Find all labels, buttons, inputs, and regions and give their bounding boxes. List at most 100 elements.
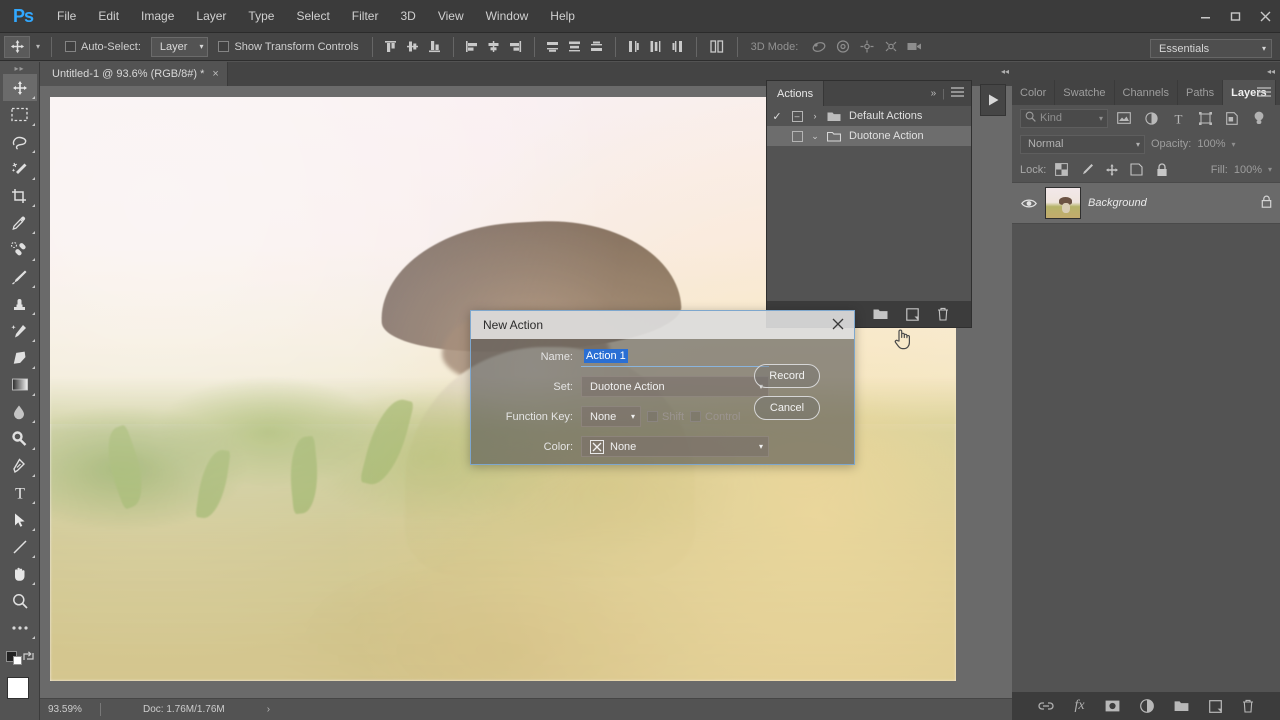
3d-orbit-icon[interactable]	[808, 36, 830, 58]
color-dropdown[interactable]: None ▾	[581, 436, 769, 457]
3d-slide-icon[interactable]	[880, 36, 902, 58]
link-layers-icon[interactable]	[1038, 701, 1055, 711]
fill-value[interactable]: 100%	[1234, 164, 1262, 176]
layer-style-fx-icon[interactable]: fx	[1074, 698, 1084, 714]
menu-image[interactable]: Image	[130, 4, 185, 28]
actions-list[interactable]: ✓ – › Default Actions ⌄ Duotone Action	[767, 106, 971, 303]
filter-type-icon[interactable]: T	[1167, 109, 1189, 128]
align-left-edges-icon[interactable]	[461, 36, 483, 58]
set-dropdown[interactable]: Duotone Action ▾	[581, 376, 769, 397]
zoom-tool[interactable]	[3, 587, 37, 614]
distribute-left-edges-icon[interactable]	[623, 36, 645, 58]
menu-window[interactable]: Window	[475, 4, 540, 28]
maximize-icon[interactable]	[1220, 0, 1250, 33]
3d-pan-icon[interactable]	[856, 36, 878, 58]
gradient-tool[interactable]	[3, 371, 37, 398]
blend-mode-dropdown[interactable]: Normal ▾	[1020, 134, 1145, 154]
lock-transparent-pixels-icon[interactable]	[1052, 160, 1071, 179]
tab-paths[interactable]: Paths	[1178, 80, 1224, 105]
new-set-icon[interactable]	[873, 308, 888, 320]
move-tool[interactable]	[2, 74, 37, 101]
layer-scope-dropdown[interactable]: Layer ▾	[150, 36, 209, 57]
3d-roll-icon[interactable]	[832, 36, 854, 58]
foreground-color-swatch[interactable]	[7, 677, 29, 699]
dock-collapse-icon[interactable]: ◂◂	[998, 62, 1012, 80]
filter-toggle-icon[interactable]	[1248, 109, 1270, 128]
layer-thumbnail[interactable]	[1045, 187, 1081, 219]
distribute-right-edges-icon[interactable]	[667, 36, 689, 58]
adjustment-layer-icon[interactable]	[1139, 699, 1154, 713]
delete-icon[interactable]	[937, 307, 949, 321]
chevron-down-icon[interactable]: ▾	[1268, 165, 1272, 174]
menu-help[interactable]: Help	[539, 4, 586, 28]
lock-position-icon[interactable]	[1102, 160, 1121, 179]
filter-smart-object-icon[interactable]	[1221, 109, 1243, 128]
new-group-icon[interactable]	[1174, 700, 1189, 712]
layer-row-background[interactable]: Background	[1012, 182, 1280, 224]
brush-tool[interactable]	[3, 263, 37, 290]
play-icon[interactable]	[980, 84, 1006, 116]
lock-artboard-icon[interactable]	[1127, 160, 1146, 179]
panel-menu-icon[interactable]	[951, 86, 964, 101]
control-checkbox[interactable]: Control	[690, 411, 740, 423]
move-tool-icon[interactable]	[4, 35, 30, 58]
menu-filter[interactable]: Filter	[341, 4, 390, 28]
menu-layer[interactable]: Layer	[185, 4, 237, 28]
rectangular-marquee-tool[interactable]	[3, 101, 37, 128]
function-key-dropdown[interactable]: None ▾	[581, 406, 641, 427]
new-action-dialog[interactable]: New Action Name: Action 1 Set: Duotone A…	[470, 310, 855, 465]
filter-shape-icon[interactable]	[1194, 109, 1216, 128]
actions-row-duotone-action[interactable]: ⌄ Duotone Action	[767, 126, 971, 146]
auto-select-checkbox[interactable]: Auto-Select:	[65, 41, 141, 53]
align-vertical-centers-icon[interactable]	[402, 36, 424, 58]
line-tool[interactable]	[3, 533, 37, 560]
zoom-level[interactable]: 93.59%	[40, 704, 100, 715]
action-dialog-toggle-box[interactable]	[787, 130, 807, 142]
dodge-tool[interactable]	[3, 425, 37, 452]
status-expand-arrow-icon[interactable]: ›	[225, 704, 270, 715]
crop-tool[interactable]	[3, 182, 37, 209]
menu-view[interactable]: View	[427, 4, 475, 28]
align-bottom-edges-icon[interactable]	[424, 36, 446, 58]
chevron-double-right-icon[interactable]: »	[931, 88, 937, 99]
edit-toolbar-tool[interactable]	[3, 614, 37, 641]
lock-all-icon[interactable]	[1152, 160, 1171, 179]
swap-colors-icon[interactable]	[22, 650, 35, 663]
actions-row-default-actions[interactable]: ✓ – › Default Actions	[767, 106, 971, 126]
align-horizontal-centers-icon[interactable]	[483, 36, 505, 58]
control-check-box[interactable]	[690, 411, 702, 422]
chevron-right-icon[interactable]: ›	[807, 111, 823, 121]
tab-color[interactable]: Color	[1012, 80, 1056, 105]
filter-adjustment-icon[interactable]	[1140, 109, 1162, 128]
new-layer-icon[interactable]	[1208, 699, 1222, 713]
eyedropper-tool[interactable]	[3, 209, 37, 236]
distribute-vertical-centers-icon[interactable]	[564, 36, 586, 58]
distribute-horizontal-centers-icon[interactable]	[645, 36, 667, 58]
hand-tool[interactable]	[3, 560, 37, 587]
eraser-tool[interactable]	[3, 344, 37, 371]
chevron-down-icon[interactable]: ▾	[1232, 140, 1236, 149]
path-selection-tool[interactable]	[3, 506, 37, 533]
minimize-icon[interactable]	[1190, 0, 1220, 33]
action-enabled-check-icon[interactable]: ✓	[767, 110, 787, 123]
dialog-title-bar[interactable]: New Action	[471, 311, 854, 339]
panel-menu-icon[interactable]	[1248, 80, 1280, 105]
menu-3d[interactable]: 3D	[389, 4, 426, 28]
action-dialog-toggle-box[interactable]: –	[787, 110, 807, 122]
blur-tool[interactable]	[3, 398, 37, 425]
tool-preset-chevron-down-icon[interactable]: ▾	[32, 36, 44, 58]
tab-channels[interactable]: Channels	[1115, 80, 1178, 105]
horizontal-type-tool[interactable]: T	[3, 479, 37, 506]
filter-pixel-icon[interactable]	[1113, 109, 1135, 128]
pen-tool[interactable]	[3, 452, 37, 479]
show-transform-controls-checkbox[interactable]: Show Transform Controls	[218, 41, 359, 53]
shift-check-box[interactable]	[647, 411, 658, 422]
spot-healing-brush-tool[interactable]	[3, 236, 37, 263]
show-transform-check-box[interactable]	[218, 41, 230, 52]
auto-align-layers-icon[interactable]	[704, 36, 730, 58]
distribute-top-edges-icon[interactable]	[542, 36, 564, 58]
menu-type[interactable]: Type	[237, 4, 285, 28]
new-action-icon[interactable]	[906, 307, 919, 321]
shift-checkbox[interactable]: Shift	[647, 411, 684, 423]
menu-file[interactable]: File	[46, 4, 87, 28]
